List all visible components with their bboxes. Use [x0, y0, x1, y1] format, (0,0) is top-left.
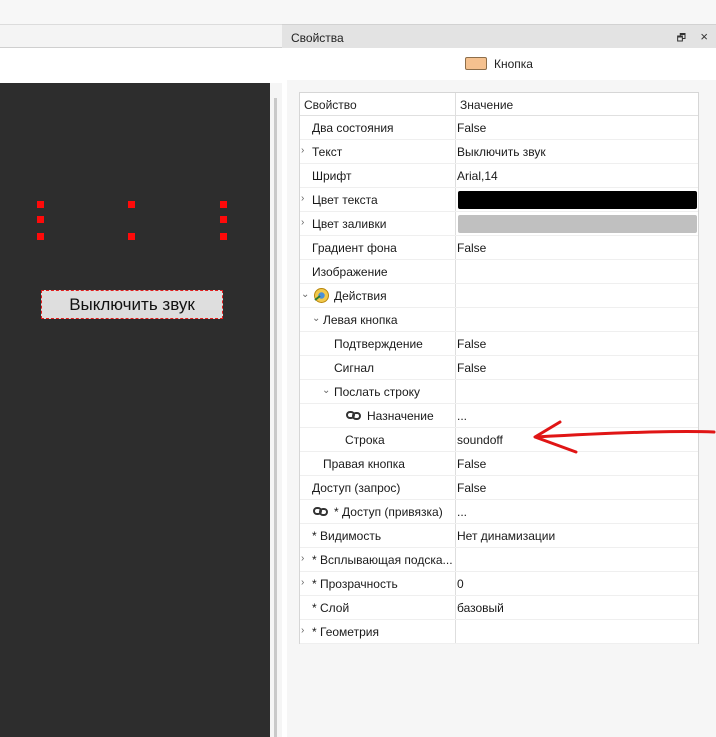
property-value[interactable]: False — [457, 241, 486, 255]
property-row[interactable]: › Цвет текста — [300, 188, 698, 212]
property-value[interactable]: ... — [457, 409, 467, 423]
chevron-right-icon[interactable]: › — [301, 577, 304, 588]
resize-handle-e[interactable] — [220, 216, 227, 223]
chevron-right-icon[interactable]: › — [301, 145, 304, 156]
property-row[interactable]: ⌄ Действия — [300, 284, 698, 308]
property-value[interactable]: False — [457, 481, 486, 495]
property-name: * Доступ (привязка) — [334, 505, 443, 519]
property-row[interactable]: * Доступ (привязка)... — [300, 500, 698, 524]
property-value[interactable]: базовый — [457, 601, 504, 615]
window-top-strip — [0, 0, 716, 24]
property-row[interactable]: › * Прозрачность 0 — [300, 572, 698, 596]
link-icon — [346, 411, 361, 420]
property-name: Сигнал — [334, 361, 375, 375]
property-name: * Слой — [312, 601, 350, 615]
object-type-row: Кнопка — [282, 48, 716, 80]
property-row[interactable]: Градиент фона False — [300, 236, 698, 260]
actions-icon — [314, 288, 329, 303]
property-row[interactable]: Доступ (запрос) False — [300, 476, 698, 500]
properties-panel-titlebar: Свойства 🗗 × — [282, 24, 716, 48]
property-name: Цвет текста — [312, 193, 378, 207]
color-swatch[interactable] — [458, 191, 697, 209]
property-grid: Свойство Значение Два состояния False › Тек… — [299, 92, 699, 644]
chevron-right-icon[interactable]: › — [301, 553, 304, 564]
property-name: Левая кнопка — [323, 313, 398, 327]
link-icon — [313, 507, 328, 516]
resize-handle-s[interactable] — [128, 233, 135, 240]
property-value[interactable]: Выключить звук — [457, 145, 546, 159]
property-name: Подтверждение — [334, 337, 423, 351]
property-row[interactable]: › * Всплывающая подска... — [300, 548, 698, 572]
chevron-right-icon[interactable]: › — [301, 625, 304, 636]
property-row[interactable]: Сигнал False — [300, 356, 698, 380]
property-row[interactable]: * Видимость Нет динамизации — [300, 524, 698, 548]
annotation-arrow — [533, 420, 716, 454]
grid-header: Свойство Значение — [300, 93, 698, 116]
property-value[interactable]: Нет динамизации — [457, 529, 555, 543]
panel-title: Свойства — [291, 31, 344, 45]
property-value[interactable]: False — [457, 337, 486, 351]
property-name: Изображение — [312, 265, 388, 279]
design-canvas[interactable]: Выключить звук — [0, 83, 270, 737]
header-value[interactable]: Значение — [460, 98, 513, 112]
resize-handle-ne[interactable] — [220, 201, 227, 208]
button-type-icon — [465, 57, 487, 70]
object-type-label: Кнопка — [494, 57, 533, 71]
property-value[interactable]: soundoff — [457, 433, 503, 447]
property-value[interactable]: ... — [457, 505, 467, 519]
property-name: Доступ (запрос) — [312, 481, 401, 495]
property-value[interactable]: Arial,14 — [457, 169, 498, 183]
canvas-button-mute[interactable]: Выключить звук — [41, 290, 223, 319]
resize-handle-se[interactable] — [220, 233, 227, 240]
chevron-right-icon[interactable]: › — [301, 193, 304, 204]
property-value[interactable]: False — [457, 121, 486, 135]
resize-handle-w[interactable] — [37, 216, 44, 223]
chevron-down-icon[interactable]: ⌄ — [322, 385, 330, 396]
property-name: Послать строку — [334, 385, 421, 399]
property-row[interactable]: › Текст Выключить звук — [300, 140, 698, 164]
property-row[interactable]: * Слой базовый — [300, 596, 698, 620]
property-name: Правая кнопка — [323, 457, 405, 471]
property-name: * Всплывающая подска... — [312, 553, 453, 567]
property-value[interactable]: False — [457, 457, 486, 471]
canvas-scrollbar-thumb[interactable] — [274, 98, 277, 737]
color-swatch[interactable] — [458, 215, 697, 233]
chevron-down-icon[interactable]: ⌄ — [312, 313, 320, 324]
property-name: Текст — [312, 145, 343, 159]
float-window-icon[interactable]: 🗗 — [677, 31, 686, 48]
resize-handle-n[interactable] — [128, 201, 135, 208]
property-name: Строка — [345, 433, 385, 447]
property-name: Два состояния — [312, 121, 394, 135]
header-property[interactable]: Свойство — [304, 98, 357, 112]
property-name: Назначение — [367, 409, 434, 423]
property-row[interactable]: › Цвет заливки — [300, 212, 698, 236]
arrow-shaft — [534, 429, 716, 439]
property-name: * Прозрачность — [312, 577, 398, 591]
property-row[interactable]: Два состояния False — [300, 116, 698, 140]
property-row[interactable]: › * Геометрия — [300, 620, 698, 644]
resize-handle-sw[interactable] — [37, 233, 44, 240]
property-row[interactable]: ⌄ Левая кнопка — [300, 308, 698, 332]
editor-header-bar — [0, 24, 282, 48]
property-row[interactable]: Шрифт Arial,14 — [300, 164, 698, 188]
resize-handle-nw[interactable] — [37, 201, 44, 208]
editor-gap — [0, 48, 282, 83]
property-row[interactable]: Изображение — [300, 260, 698, 284]
property-name: Шрифт — [312, 169, 352, 183]
property-name: * Видимость — [312, 529, 382, 543]
close-icon[interactable]: × — [700, 29, 708, 44]
property-name: * Геометрия — [312, 625, 379, 639]
property-name: Градиент фона — [312, 241, 397, 255]
property-value[interactable]: 0 — [457, 577, 464, 591]
property-name: Цвет заливки — [312, 217, 387, 231]
property-row[interactable]: Подтверждение False — [300, 332, 698, 356]
property-name: Действия — [334, 289, 387, 303]
property-row[interactable]: ⌄ Послать строку — [300, 380, 698, 404]
property-value[interactable]: False — [457, 361, 486, 375]
chevron-right-icon[interactable]: › — [301, 217, 304, 228]
canvas-button-label: Выключить звук — [69, 294, 195, 314]
chevron-down-icon[interactable]: ⌄ — [301, 289, 309, 300]
